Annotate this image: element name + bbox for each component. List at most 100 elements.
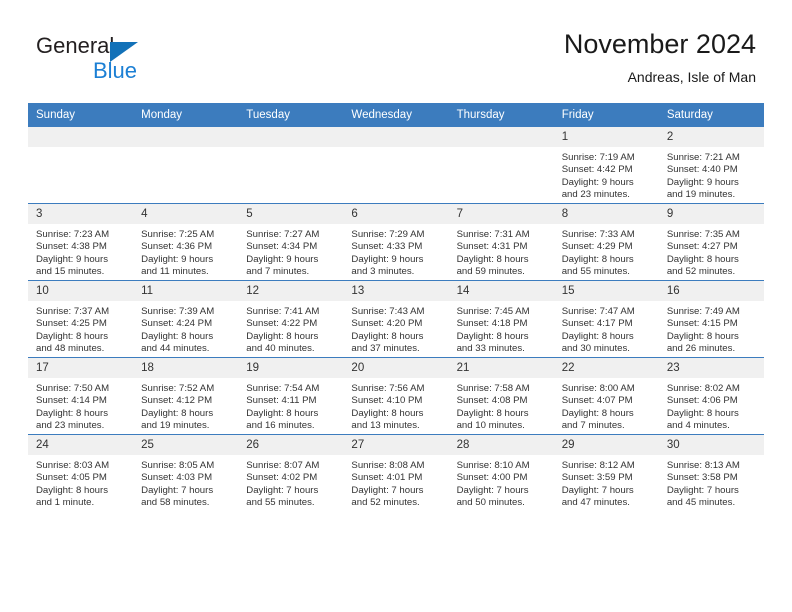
daylight-text-line2: and 55 minutes.: [246, 497, 315, 509]
daylight-text-line2: and 48 minutes.: [36, 343, 105, 355]
calendar-day-cell[interactable]: 28 Sunrise: 8:10 AM Sunset: 4:00 PM Dayligh…: [448, 434, 554, 511]
weekday-header-saturday: Saturday: [658, 103, 764, 127]
sunrise-text: Sunrise: 7:41 AM: [246, 306, 320, 317]
brand-logo[interactable]: General Blue: [36, 34, 186, 86]
day-number: 10: [28, 281, 134, 301]
calendar-cell-empty: [133, 127, 239, 204]
daylight-text-line2: and 47 minutes.: [561, 497, 630, 509]
calendar-day-cell[interactable]: 13 Sunrise: 7:43 AM Sunset: 4:20 PM Dayligh…: [343, 280, 449, 358]
calendar-day-cell[interactable]: 5 Sunrise: 7:27 AM Sunset: 4:34 PM Daylight…: [238, 203, 344, 281]
day-details: Sunrise: 7:23 AM Sunset: 4:38 PM Daylight:…: [28, 224, 133, 279]
sunset-text: Sunset: 4:14 PM: [36, 395, 107, 407]
calendar-day-cell[interactable]: 7 Sunrise: 7:31 AM Sunset: 4:31 PM Daylight…: [448, 203, 554, 281]
calendar-day-cell[interactable]: 1 Sunrise: 7:19 AM Sunset: 4:42 PM Daylight…: [553, 127, 659, 204]
daylight-text-line2: and 13 minutes.: [351, 420, 420, 432]
day-details: Sunrise: 7:50 AM Sunset: 4:14 PM Daylight:…: [28, 378, 133, 433]
day-number: 23: [658, 358, 764, 378]
calendar-day-cell[interactable]: 25 Sunrise: 8:05 AM Sunset: 4:03 PM Dayligh…: [133, 434, 239, 511]
day-number: 15: [553, 281, 659, 301]
day-number: 6: [343, 204, 449, 224]
calendar-day-cell[interactable]: 27 Sunrise: 8:08 AM Sunset: 4:01 PM Dayligh…: [343, 434, 449, 511]
day-details: Sunrise: 8:00 AM Sunset: 4:07 PM Daylight:…: [554, 378, 659, 433]
daylight-text-line1: Daylight: 7 hours: [246, 484, 319, 496]
day-details: Sunrise: 7:49 AM Sunset: 4:15 PM Daylight:…: [659, 301, 764, 356]
brand-name-blue: Blue: [93, 58, 138, 83]
calendar-day-cell[interactable]: 9 Sunrise: 7:35 AM Sunset: 4:27 PM Daylight…: [658, 203, 764, 281]
calendar-day-cell[interactable]: 4 Sunrise: 7:25 AM Sunset: 4:36 PM Daylight…: [133, 203, 239, 281]
sunrise-text: Sunrise: 7:25 AM: [141, 229, 215, 240]
sunrise-text: Sunrise: 8:00 AM: [561, 383, 635, 394]
day-number: 19: [238, 358, 344, 378]
sunset-text: Sunset: 4:31 PM: [456, 241, 528, 253]
daylight-text-line2: and 16 minutes.: [246, 420, 315, 432]
day-details: Sunrise: 8:12 AM Sunset: 3:59 PM Daylight:…: [554, 455, 659, 510]
sunrise-text: Sunrise: 7:19 AM: [561, 152, 635, 163]
day-number: 5: [238, 204, 344, 224]
sunset-text: Sunset: 4:05 PM: [36, 472, 107, 484]
day-details: [449, 147, 554, 152]
sunrise-text: Sunrise: 7:54 AM: [246, 383, 320, 394]
day-number: 27: [343, 435, 449, 455]
calendar-day-cell[interactable]: 10 Sunrise: 7:37 AM Sunset: 4:25 PM Dayligh…: [28, 280, 134, 358]
day-details: [133, 147, 238, 152]
page-subtitle: Andreas, Isle of Man: [627, 69, 756, 85]
sunset-text: Sunset: 3:58 PM: [666, 472, 738, 484]
calendar-day-cell[interactable]: 15 Sunrise: 7:47 AM Sunset: 4:17 PM Dayligh…: [553, 280, 659, 358]
page-title: November 2024: [563, 29, 756, 59]
daylight-text-line1: Daylight: 8 hours: [36, 330, 108, 342]
day-details: Sunrise: 7:35 AM Sunset: 4:27 PM Daylight:…: [659, 224, 764, 279]
daylight-text-line1: Daylight: 7 hours: [351, 484, 424, 496]
calendar-week-row: 3 Sunrise: 7:23 AM Sunset: 4:38 PM Daylight…: [28, 203, 764, 281]
calendar-day-cell[interactable]: 14 Sunrise: 7:45 AM Sunset: 4:18 PM Dayligh…: [448, 280, 554, 358]
sunrise-text: Sunrise: 8:10 AM: [456, 460, 530, 471]
day-number: 14: [448, 281, 554, 301]
day-details: Sunrise: 7:31 AM Sunset: 4:31 PM Daylight:…: [449, 224, 554, 279]
calendar-day-cell[interactable]: 2 Sunrise: 7:21 AM Sunset: 4:40 PM Daylight…: [658, 127, 764, 204]
calendar-day-cell[interactable]: 30 Sunrise: 8:13 AM Sunset: 3:58 PM Dayligh…: [658, 434, 764, 511]
day-details: Sunrise: 7:45 AM Sunset: 4:18 PM Daylight:…: [449, 301, 554, 356]
daylight-text-line2: and 3 minutes.: [351, 266, 415, 278]
sunset-text: Sunset: 4:15 PM: [666, 318, 738, 330]
daylight-text-line2: and 7 minutes.: [561, 420, 625, 432]
sunrise-text: Sunrise: 7:58 AM: [456, 383, 530, 394]
calendar-day-cell[interactable]: 21 Sunrise: 7:58 AM Sunset: 4:08 PM Dayligh…: [448, 357, 554, 435]
daylight-text-line1: Daylight: 8 hours: [456, 407, 529, 419]
calendar-day-cell[interactable]: 12 Sunrise: 7:41 AM Sunset: 4:22 PM Dayligh…: [238, 280, 344, 358]
calendar-week-row: 24 Sunrise: 8:03 AM Sunset: 4:05 PM Dayligh…: [28, 434, 764, 511]
calendar-day-cell[interactable]: 20 Sunrise: 7:56 AM Sunset: 4:10 PM Dayligh…: [343, 357, 449, 435]
calendar-day-cell[interactable]: 24 Sunrise: 8:03 AM Sunset: 4:05 PM Dayligh…: [28, 434, 134, 511]
sunrise-text: Sunrise: 7:21 AM: [666, 152, 740, 163]
calendar-day-cell[interactable]: 22 Sunrise: 8:00 AM Sunset: 4:07 PM Dayligh…: [553, 357, 659, 435]
page-header: General Blue November 2024 Andreas, Isle…: [0, 0, 792, 100]
day-details: Sunrise: 7:29 AM Sunset: 4:33 PM Daylight:…: [343, 224, 448, 279]
daylight-text-line2: and 40 minutes.: [246, 343, 315, 355]
sunrise-text: Sunrise: 8:02 AM: [666, 383, 740, 394]
calendar-day-cell[interactable]: 23 Sunrise: 8:02 AM Sunset: 4:06 PM Dayligh…: [658, 357, 764, 435]
calendar-day-cell[interactable]: 19 Sunrise: 7:54 AM Sunset: 4:11 PM Dayligh…: [238, 357, 344, 435]
calendar-day-cell[interactable]: 11 Sunrise: 7:39 AM Sunset: 4:24 PM Dayligh…: [133, 280, 239, 358]
daylight-text-line1: Daylight: 8 hours: [351, 330, 424, 342]
calendar-body: 1 Sunrise: 7:19 AM Sunset: 4:42 PM Daylight…: [28, 127, 764, 511]
calendar-day-cell[interactable]: 6 Sunrise: 7:29 AM Sunset: 4:33 PM Daylight…: [343, 203, 449, 281]
daylight-text-line1: Daylight: 9 hours: [141, 253, 214, 265]
calendar-week-row: 1 Sunrise: 7:19 AM Sunset: 4:42 PM Daylight…: [28, 127, 764, 204]
calendar-day-cell[interactable]: 17 Sunrise: 7:50 AM Sunset: 4:14 PM Dayligh…: [28, 357, 134, 435]
day-number: 26: [238, 435, 344, 455]
calendar-day-cell[interactable]: 16 Sunrise: 7:49 AM Sunset: 4:15 PM Dayligh…: [658, 280, 764, 358]
weekday-header-tuesday: Tuesday: [238, 103, 344, 127]
calendar-day-cell[interactable]: 26 Sunrise: 8:07 AM Sunset: 4:02 PM Dayligh…: [238, 434, 344, 511]
title-block: November 2024 Andreas, Isle of Man: [564, 28, 756, 87]
daylight-text-line1: Daylight: 9 hours: [561, 176, 634, 188]
day-details: Sunrise: 7:41 AM Sunset: 4:22 PM Daylight:…: [238, 301, 343, 356]
daylight-text-line2: and 23 minutes.: [36, 420, 105, 432]
day-number: [28, 127, 134, 147]
calendar-day-cell[interactable]: 29 Sunrise: 8:12 AM Sunset: 3:59 PM Dayligh…: [553, 434, 659, 511]
day-details: Sunrise: 8:08 AM Sunset: 4:01 PM Daylight:…: [343, 455, 448, 510]
calendar-day-cell[interactable]: 8 Sunrise: 7:33 AM Sunset: 4:29 PM Daylight…: [553, 203, 659, 281]
day-number: 30: [658, 435, 764, 455]
day-details: Sunrise: 7:25 AM Sunset: 4:36 PM Daylight:…: [133, 224, 238, 279]
weekday-header-sunday: Sunday: [28, 103, 134, 127]
calendar-day-cell[interactable]: 18 Sunrise: 7:52 AM Sunset: 4:12 PM Dayligh…: [133, 357, 239, 435]
calendar-day-cell[interactable]: 3 Sunrise: 7:23 AM Sunset: 4:38 PM Daylight…: [28, 203, 134, 281]
daylight-text-line1: Daylight: 8 hours: [666, 253, 739, 265]
